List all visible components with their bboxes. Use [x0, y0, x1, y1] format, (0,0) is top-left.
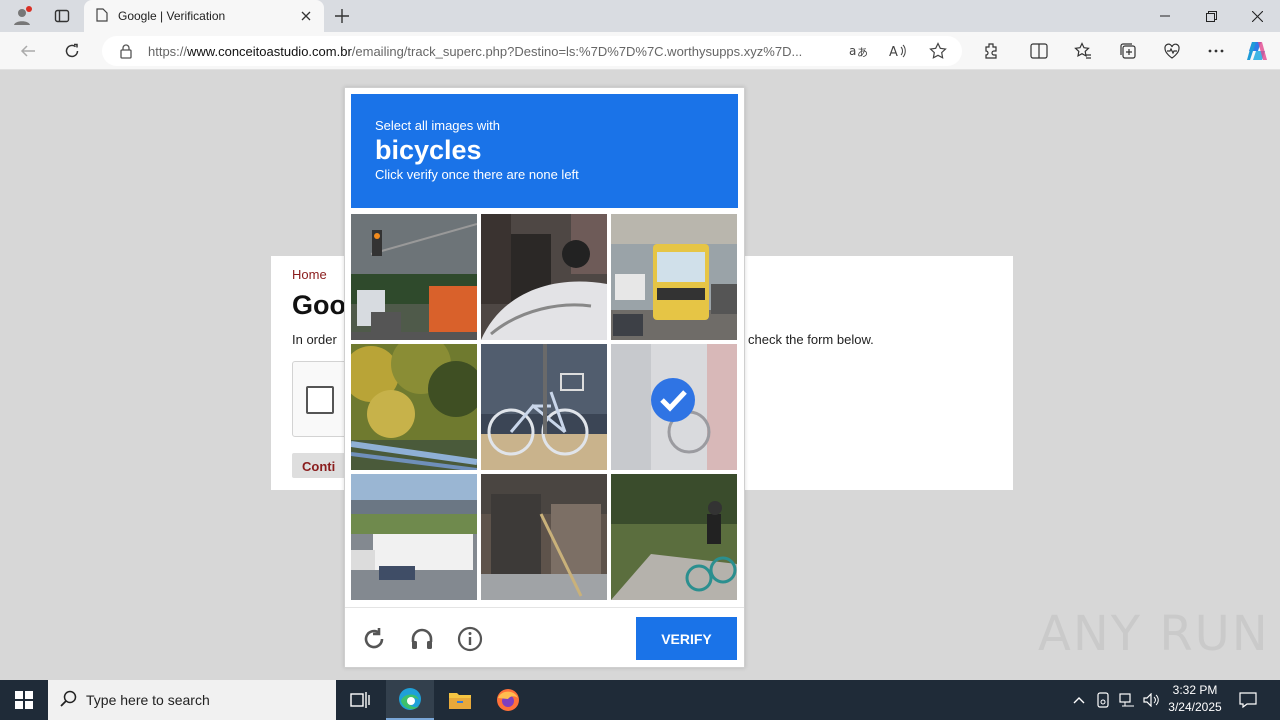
close-window-icon[interactable] — [1234, 0, 1280, 32]
collections-icon[interactable] — [1114, 37, 1142, 65]
captcha-tile-8[interactable] — [481, 474, 607, 600]
page-description-right: check the form below. — [748, 332, 874, 347]
refresh-icon[interactable] — [58, 37, 86, 65]
captcha-challenge: Select all images with bicycles Click ve… — [344, 87, 745, 668]
captcha-instruction: Select all images with — [375, 118, 500, 133]
captcha-tile-9[interactable] — [611, 474, 737, 600]
captcha-tile-6[interactable] — [611, 344, 737, 470]
windows-start-icon[interactable] — [0, 680, 48, 720]
new-tab-icon[interactable] — [330, 4, 354, 28]
file-explorer-icon[interactable] — [436, 680, 484, 720]
favorites-icon[interactable] — [1069, 37, 1097, 65]
page-title: Goo — [292, 290, 346, 320]
favorite-star-icon[interactable] — [924, 36, 952, 66]
svg-text:A: A — [889, 45, 898, 59]
copilot-icon[interactable] — [1243, 37, 1271, 65]
browser-essentials-icon[interactable] — [1158, 37, 1186, 65]
network-icon[interactable] — [1116, 680, 1138, 720]
captcha-tile-5[interactable] — [481, 344, 607, 470]
captcha-header: Select all images with bicycles Click ve… — [351, 94, 738, 208]
browser-toolbar: https://www.conceitoastudio.com.br/email… — [0, 32, 1280, 70]
back-icon[interactable] — [14, 37, 42, 65]
firefox-icon[interactable] — [484, 680, 532, 720]
notifications-icon[interactable] — [1234, 680, 1262, 720]
clock-time: 3:32 PM — [1172, 683, 1218, 697]
search-placeholder: Type here to search — [86, 692, 210, 708]
restore-icon[interactable] — [1188, 0, 1234, 32]
reload-icon[interactable] — [359, 624, 389, 654]
volume-icon[interactable] — [1140, 680, 1162, 720]
page-icon — [96, 7, 108, 25]
split-screen-icon[interactable] — [1025, 37, 1053, 65]
address-bar[interactable]: https://www.conceitoastudio.com.br/email… — [102, 36, 962, 66]
close-tab-icon[interactable] — [294, 4, 318, 28]
tab-actions-icon[interactable] — [48, 0, 76, 32]
clock-date: 3/24/2025 — [1168, 700, 1222, 714]
anyrun-watermark: ANY RUN — [1038, 606, 1270, 662]
edge-taskbar-icon[interactable] — [386, 680, 434, 720]
captcha-tile-7[interactable] — [351, 474, 477, 600]
captcha-footer: VERIFY — [345, 607, 744, 668]
extensions-icon[interactable] — [977, 37, 1005, 65]
read-aloud-icon[interactable]: A — [884, 36, 912, 66]
info-icon[interactable] — [455, 624, 485, 654]
recaptcha-widget — [292, 361, 352, 437]
translate-icon[interactable]: aあ — [844, 36, 872, 66]
captcha-hint: Click verify once there are none left — [375, 167, 579, 182]
url-text: https://www.conceitoastudio.com.br/email… — [148, 43, 803, 59]
taskbar-search[interactable]: Type here to search — [48, 680, 336, 720]
svg-text:あ: あ — [857, 46, 867, 59]
captcha-tile-1[interactable] — [351, 214, 477, 340]
tab-active[interactable]: Google | Verification — [84, 0, 324, 32]
captcha-tile-3[interactable] — [611, 214, 737, 340]
system-clock[interactable]: 3:32 PM 3/24/2025 — [1160, 682, 1230, 718]
minimize-icon[interactable] — [1142, 0, 1188, 32]
continue-button[interactable]: Conti — [292, 453, 348, 478]
tab-title: Google | Verification — [118, 9, 226, 23]
captcha-tile-4[interactable] — [351, 344, 477, 470]
captcha-tile-2[interactable] — [481, 214, 607, 340]
browser-titlebar: Google | Verification — [0, 0, 1280, 32]
page-description-left: In order — [292, 332, 337, 347]
verify-button[interactable]: VERIFY — [636, 617, 737, 660]
task-view-icon[interactable] — [336, 680, 384, 720]
more-options-icon[interactable] — [1202, 37, 1230, 65]
show-hidden-icons[interactable] — [1068, 680, 1090, 720]
lock-icon[interactable] — [118, 43, 134, 59]
audio-challenge-icon[interactable] — [407, 624, 437, 654]
svg-text:a: a — [849, 44, 856, 58]
taskbar: Type here to search 3:32 PM 3/24/2025 — [0, 680, 1280, 720]
search-icon — [60, 690, 78, 711]
profile-icon[interactable] — [8, 0, 36, 32]
recaptcha-checkbox[interactable] — [306, 386, 334, 414]
captcha-target: bicycles — [375, 135, 482, 165]
breadcrumb-home[interactable]: Home — [292, 267, 327, 282]
device-icon[interactable] — [1092, 680, 1114, 720]
